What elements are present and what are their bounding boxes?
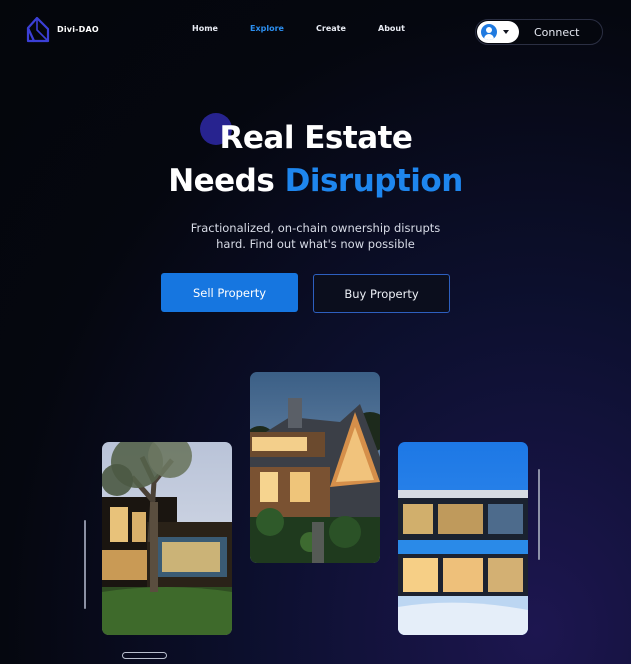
property-image	[398, 442, 528, 635]
property-card-wooden-house[interactable]	[250, 372, 380, 563]
nav-item-explore[interactable]: Explore	[250, 24, 284, 33]
hero-title-accent: Disruption	[284, 163, 464, 199]
sell-property-button[interactable]: Sell Property	[161, 273, 298, 312]
nav-item-home[interactable]: Home	[192, 24, 218, 33]
property-image	[250, 372, 380, 563]
hero-title-plain: Needs	[168, 163, 285, 199]
brand-logo[interactable]: Divi-DAO	[26, 16, 99, 43]
property-card-glass-house[interactable]	[398, 442, 528, 635]
brand-name: Divi-DAO	[57, 25, 99, 34]
house-outline-icon	[26, 16, 50, 43]
property-image	[102, 442, 232, 635]
top-navigation: Divi-DAO Home Explore Create About Conne…	[0, 0, 631, 62]
buy-property-button[interactable]: Buy Property	[313, 274, 450, 313]
nav-item-create[interactable]: Create	[316, 24, 346, 33]
property-card-modern-house[interactable]	[102, 442, 232, 635]
carousel-pager[interactable]	[122, 652, 167, 659]
nav-item-about[interactable]: About	[378, 24, 405, 33]
hero-subtitle-line1: Fractionalized, on-chain ownership disru…	[190, 221, 441, 235]
hero-title-line1: Real Estate	[219, 120, 413, 156]
hero-subtitle-line2: hard. Find out what's now possible	[216, 237, 415, 251]
user-icon	[481, 24, 497, 40]
caret-down-icon	[503, 30, 509, 34]
hero-title-line2: Needs Disruption	[0, 163, 631, 199]
carousel-scroll-indicator-right[interactable]	[538, 469, 540, 560]
connect-label: Connect	[534, 26, 580, 39]
carousel-scroll-indicator-left[interactable]	[84, 520, 86, 609]
hero-subtitle: Fractionalized, on-chain ownership disru…	[0, 220, 631, 252]
connect-wallet-button[interactable]: Connect	[475, 19, 603, 45]
account-dropdown[interactable]	[477, 21, 519, 43]
